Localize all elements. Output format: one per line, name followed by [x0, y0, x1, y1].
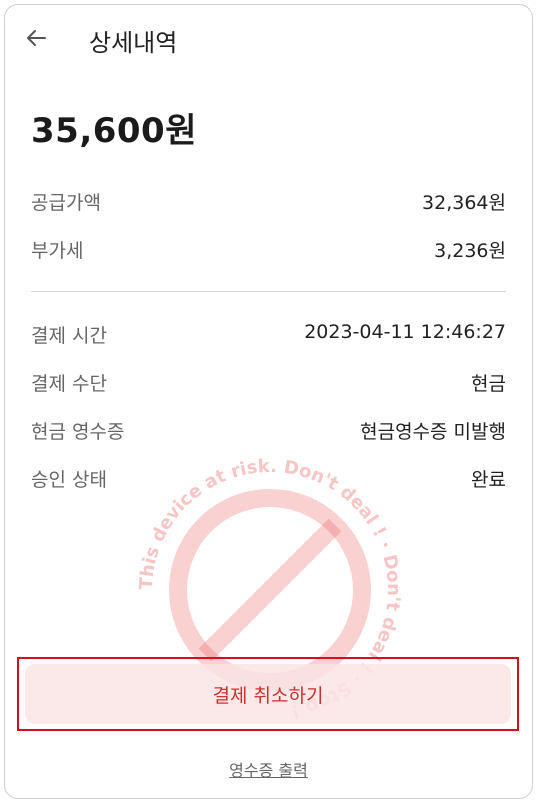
- row-value: 완료: [471, 469, 506, 491]
- row-value: 3,236원: [434, 240, 506, 262]
- detail-row-payment-method: 결제 수단 현금: [31, 369, 506, 399]
- row-label: 현금 영수증: [31, 421, 125, 443]
- row-label: 공급가액: [31, 192, 101, 214]
- price-row-vat: 부가세 3,236원: [31, 236, 506, 266]
- row-value: 현금: [471, 373, 506, 395]
- row-value: 32,364원: [422, 192, 506, 214]
- detail-row-cash-receipt: 현금 영수증 현금영수증 미발행: [31, 417, 506, 447]
- print-receipt-row: 영수증 출력: [5, 757, 532, 781]
- cancel-payment-button[interactable]: 결제 취소하기: [25, 664, 511, 724]
- print-receipt-link[interactable]: 영수증 출력: [229, 761, 308, 780]
- detail-screen: 상세내역 35,600원 공급가액 32,364원 부가세 3,236원 결제 …: [4, 4, 533, 799]
- row-value: 2023-04-11 12:46:27: [304, 321, 506, 343]
- page-title: 상세내역: [89, 29, 178, 57]
- row-label: 결제 시간: [31, 325, 107, 347]
- total-amount: 35,600원: [31, 111, 197, 151]
- arrow-left-icon[interactable]: [23, 25, 49, 51]
- detail-row-payment-time: 결제 시간 2023-04-11 12:46:27: [31, 321, 506, 351]
- row-label: 결제 수단: [31, 373, 107, 395]
- price-row-supply: 공급가액 32,364원: [31, 188, 506, 218]
- row-value: 현금영수증 미발행: [360, 421, 506, 443]
- detail-row-approval-status: 승인 상태 완료: [31, 465, 506, 495]
- header: 상세내역: [5, 5, 532, 75]
- cancel-highlight-box: 결제 취소하기: [17, 657, 519, 731]
- row-label: 부가세: [31, 240, 84, 262]
- row-label: 승인 상태: [31, 469, 107, 491]
- divider: [31, 291, 506, 292]
